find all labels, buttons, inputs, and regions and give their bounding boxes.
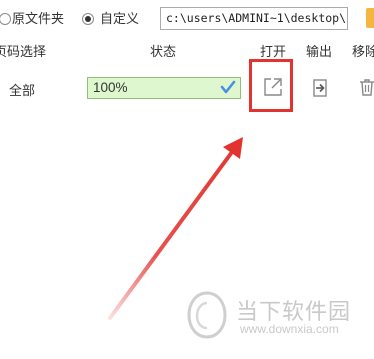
watermark-logo [187,291,227,339]
watermark-url: www.downxia.com [240,322,339,336]
